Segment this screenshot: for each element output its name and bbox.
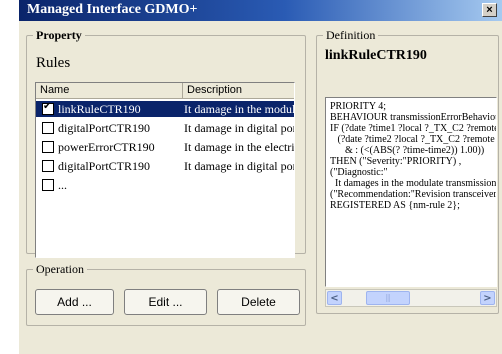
property-legend: Property: [36, 28, 82, 42]
rules-list[interactable]: Name Description linkRuleCTR190 It damag…: [35, 82, 295, 258]
rule-description: It damage in digital port: [184, 159, 295, 173]
rule-description: It damage in the modula: [184, 102, 295, 116]
delete-button[interactable]: Delete: [217, 289, 300, 315]
checkbox-icon[interactable]: [42, 122, 54, 134]
definition-legend: Definition: [326, 28, 376, 42]
list-header: Name Description: [36, 83, 294, 99]
rule-description: It damage in the electric: [184, 140, 295, 154]
close-icon: ×: [486, 4, 493, 16]
list-item[interactable]: linkRuleCTR190 It damage in the modula: [36, 101, 295, 117]
scroll-left-icon[interactable]: <: [327, 291, 342, 305]
definition-line: THEN ("Severity:"PRIORITY) ,: [330, 156, 462, 167]
rules-heading: Rules: [36, 55, 71, 71]
definition-line: It damages in the modulate transmission"…: [330, 178, 497, 189]
definition-line: REGISTERED AS {nm-rule 2};: [330, 200, 460, 211]
definition-line: ("Recommendation:"Revision transceiver")…: [330, 189, 497, 200]
list-item[interactable]: ...: [36, 177, 294, 193]
rule-name: ...: [58, 178, 67, 192]
checkbox-icon[interactable]: [42, 141, 54, 153]
definition-line: & : (<(ABS(? ?time-time2)) 1.00)): [330, 145, 485, 156]
scroll-thumb[interactable]: |||: [366, 291, 410, 305]
window-title: Managed Interface GDMO+: [27, 2, 198, 17]
column-header-name[interactable]: Name: [36, 83, 183, 99]
definition-line: IF (?date ?time1 ?local ?_TX_C2 ?remote …: [330, 123, 497, 134]
definition-title: linkRuleCTR190: [325, 48, 427, 63]
rule-name: linkRuleCTR190: [58, 102, 141, 116]
scroll-right-icon[interactable]: >: [480, 291, 495, 305]
main-window: Managed Interface GDMO+ × Property Rules…: [19, 0, 502, 354]
list-item[interactable]: digitalPortCTR190 It damage in digital p…: [36, 158, 295, 174]
title-bar[interactable]: Managed Interface GDMO+ ×: [19, 0, 502, 21]
definition-line: BEHAVIOUR transmissionErrorBehaviour;: [330, 112, 497, 123]
operation-legend: Operation: [36, 262, 84, 276]
edit-button[interactable]: Edit ...: [124, 289, 207, 315]
rule-name: powerErrorCTR190: [58, 140, 155, 154]
definition-line: ("Diagnostic:": [330, 167, 388, 178]
rule-name: digitalPortCTR190: [58, 159, 151, 173]
list-item[interactable]: digitalPortCTR190 It damage in digital p…: [36, 120, 295, 136]
definition-line: PRIORITY 4;: [330, 101, 387, 112]
add-button[interactable]: Add ...: [35, 289, 114, 315]
rule-description: It damage in digital port: [184, 121, 295, 135]
list-item[interactable]: powerErrorCTR190 It damage in the electr…: [36, 139, 295, 155]
rule-name: digitalPortCTR190: [58, 121, 151, 135]
definition-text[interactable]: PRIORITY 4; BEHAVIOUR transmissionErrorB…: [325, 97, 497, 287]
definition-line: (?date ?time2 ?local ?_TX_C2 ?remote A: [330, 134, 497, 145]
checkbox-icon[interactable]: [42, 160, 54, 172]
checkbox-icon[interactable]: [42, 101, 54, 115]
column-header-description[interactable]: Description: [183, 83, 294, 99]
checkbox-icon[interactable]: [42, 179, 54, 191]
definition-horizontal-scrollbar[interactable]: < ||| >: [325, 289, 497, 307]
close-button[interactable]: ×: [482, 3, 497, 17]
